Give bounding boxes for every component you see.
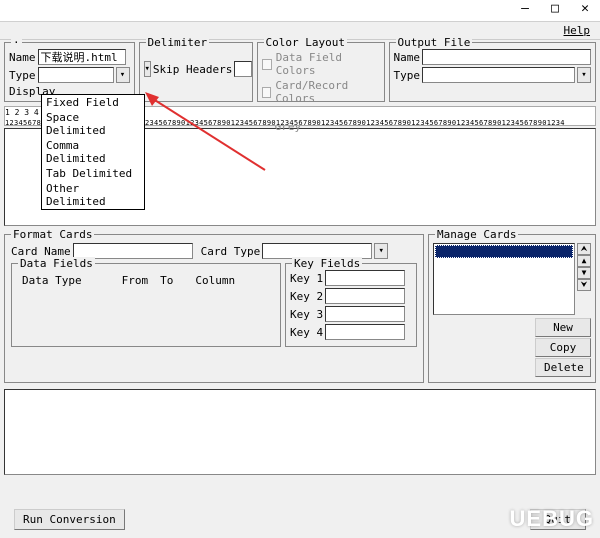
dropdown-item-fixed[interactable]: Fixed Field <box>42 95 144 110</box>
file-panel: · Name Type ▾ Display <box>4 42 135 102</box>
datafield-colors-check[interactable]: Data Field Colors <box>262 51 380 77</box>
data-fields-title: Data Fields <box>18 257 95 270</box>
name-input[interactable] <box>38 49 126 65</box>
delimiter-title: Delimiter <box>146 36 210 49</box>
key4-label: Key 4 <box>290 326 323 339</box>
cardrecord-colors-check[interactable]: Card/Record Colors <box>262 79 380 105</box>
datatype-col: Data Type <box>22 274 82 287</box>
help-menu[interactable]: Help <box>560 22 595 39</box>
card-type-dropdown-button[interactable]: ▾ <box>374 243 388 259</box>
name-label: Name <box>9 51 36 64</box>
key3-label: Key 3 <box>290 308 323 321</box>
card-type-label: Card Type <box>201 245 261 258</box>
type-input[interactable] <box>38 67 114 83</box>
color-layout-title: Color Layout <box>264 36 347 49</box>
type-dropdown-button[interactable]: ▾ <box>116 67 130 83</box>
data-fields-panel: Data Fields Data Type From To Column <box>11 263 281 347</box>
key-fields-panel: Key Fields Key 1 Key 2 Key 3 Key 4 <box>285 263 417 347</box>
manage-cards-selected-row[interactable] <box>435 245 573 258</box>
color-layout-panel: Color Layout Data Field Colors Card/Reco… <box>257 42 385 102</box>
manage-cards-title: Manage Cards <box>435 228 518 241</box>
type-dropdown-list: Fixed Field Space Delimited Comma Delimi… <box>41 94 145 210</box>
key1-input[interactable] <box>325 270 405 286</box>
dropdown-item-other[interactable]: Other Delimited <box>42 181 144 209</box>
output-file-panel: Output File Name Type ▾ <box>389 42 597 102</box>
minimize-button[interactable]: — <box>510 0 540 22</box>
delete-button[interactable]: Delete <box>535 358 591 377</box>
run-conversion-button[interactable]: Run Conversion <box>14 509 125 530</box>
maximize-button[interactable]: □ <box>540 0 570 22</box>
copy-button[interactable]: Copy <box>535 338 591 357</box>
scroll-down-icon[interactable]: ▼ <box>577 267 591 279</box>
new-button[interactable]: New <box>535 318 591 337</box>
card-name-label: Card Name <box>11 245 71 258</box>
type-label: Type <box>9 69 36 82</box>
column-col: Column <box>195 274 235 287</box>
quit-button[interactable]: Quit <box>530 509 587 530</box>
dropdown-item-tab[interactable]: Tab Delimited <box>42 166 144 181</box>
format-cards-panel: Format Cards Card Name Card Type ▾ Data … <box>4 234 424 383</box>
format-cards-title: Format Cards <box>11 228 94 241</box>
dropdown-item-space[interactable]: Space Delimited <box>42 110 144 138</box>
skip-headers-input[interactable] <box>234 61 252 77</box>
key-fields-title: Key Fields <box>292 257 362 270</box>
close-button[interactable]: ✕ <box>570 0 600 22</box>
output-preview-area[interactable] <box>4 389 596 475</box>
to-col: To <box>160 274 173 287</box>
window-titlebar: — □ ✕ <box>0 0 600 22</box>
scroll-bottom-icon[interactable]: ⮟ <box>577 279 591 291</box>
key1-label: Key 1 <box>290 272 323 285</box>
key3-input[interactable] <box>325 306 405 322</box>
output-type-input[interactable] <box>422 67 575 83</box>
skip-headers-label: Skip Headers <box>153 63 232 76</box>
key2-label: Key 2 <box>290 290 323 303</box>
scroll-up-icon[interactable]: ▲ <box>577 255 591 267</box>
output-name-label: Name <box>394 51 421 64</box>
output-name-input[interactable] <box>422 49 591 65</box>
delimiter-panel: Delimiter ▾ Skip Headers <box>139 42 253 102</box>
delimiter-dropdown-button[interactable]: ▾ <box>144 61 151 77</box>
output-type-dropdown-button[interactable]: ▾ <box>577 67 591 83</box>
output-type-label: Type <box>394 69 421 82</box>
manage-cards-panel: Manage Cards ⮝ ▲ ▼ ⮟ New Copy Delete <box>428 234 596 383</box>
dropdown-item-comma[interactable]: Comma Delimited <box>42 138 144 166</box>
from-col: From <box>122 274 149 287</box>
file-panel-title: · <box>11 36 22 49</box>
scroll-top-icon[interactable]: ⮝ <box>577 243 591 255</box>
key2-input[interactable] <box>325 288 405 304</box>
manage-scroll: ⮝ ▲ ▼ ⮟ <box>577 243 591 317</box>
output-file-title: Output File <box>396 36 473 49</box>
manage-cards-list[interactable] <box>433 243 575 315</box>
key4-input[interactable] <box>325 324 405 340</box>
